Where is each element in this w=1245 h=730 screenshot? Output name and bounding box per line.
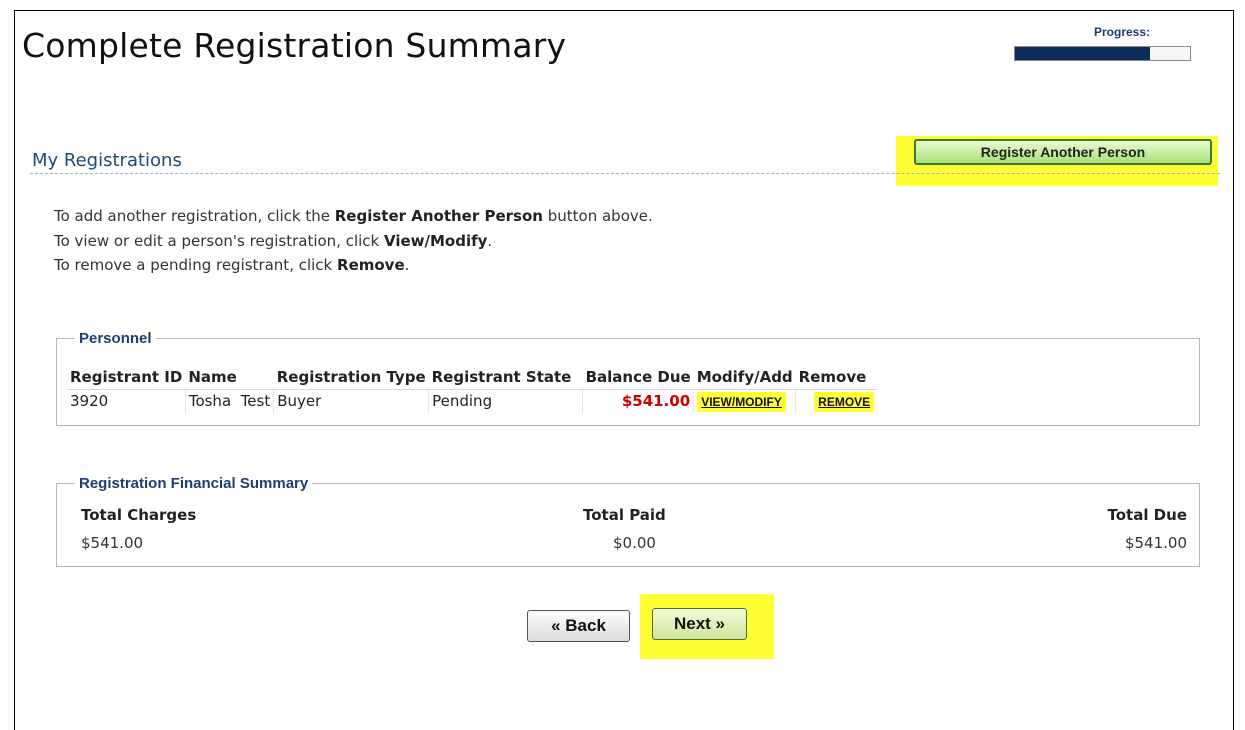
col-registration-type: Registration Type (276, 368, 426, 386)
progress-label: Progress: (1094, 25, 1151, 39)
last-name: Test (240, 392, 271, 410)
instruction-bold: Remove (337, 256, 405, 274)
page-title: Complete Registration Summary (22, 26, 567, 65)
financial-summary-fieldset: Registration Financial Summary Total Cha… (56, 475, 1200, 567)
total-paid-label: Total Paid (583, 506, 666, 524)
col-registrant-state: Registrant State (431, 368, 572, 386)
col-registrant-id: Registrant ID (70, 368, 183, 386)
instruction-text: To remove a pending registrant, click (54, 256, 338, 274)
section-title: My Registrations (32, 150, 182, 171)
total-charges-value: $541.00 (81, 534, 144, 552)
table-header-row: Registrant ID Name Registration Type Reg… (67, 367, 877, 390)
total-due-value: $541.00 (1124, 534, 1187, 552)
instruction-text: To view or edit a person's registration,… (54, 231, 384, 250)
cell-name: Tosha Test (185, 389, 275, 413)
instruction-bold: View/Modify (384, 231, 488, 250)
cell-registration-type: Buyer (273, 389, 430, 413)
col-name: Name (188, 368, 237, 386)
total-charges-label: Total Charges (81, 506, 197, 524)
cell-balance-due: $541.00 (582, 389, 695, 413)
table-row: 3920 Tosha Test Buyer Pending $541.00 VI… (67, 389, 878, 413)
instruction-line: To remove a pending registrant, click Re… (54, 253, 653, 278)
back-button[interactable]: « Back (527, 610, 630, 642)
cell-remove: REMOVE (795, 389, 878, 413)
section-divider (30, 173, 1220, 174)
personnel-legend: Personnel (79, 330, 152, 347)
first-name: Tosha (188, 392, 232, 410)
instruction-line: To view or edit a person's registration,… (54, 229, 653, 254)
instruction-bold: Register Another Person (334, 207, 543, 225)
total-due-label: Total Due (1107, 506, 1187, 524)
cell-modify: VIEW/MODIFY (693, 389, 797, 413)
progress-fill (1015, 47, 1150, 60)
progress-bar (1014, 46, 1191, 61)
instruction-text: To add another registration, click the (54, 207, 335, 225)
col-modify-add: Modify/Add (696, 368, 793, 386)
register-another-person-button[interactable]: Register Another Person (914, 139, 1212, 165)
cell-registrant-state: Pending (428, 389, 584, 413)
col-balance-due: Balance Due (585, 368, 691, 386)
next-button[interactable]: Next » (652, 608, 747, 640)
instruction-text: . (404, 256, 410, 274)
financial-summary-legend: Registration Financial Summary (79, 475, 309, 492)
view-modify-link[interactable]: VIEW/MODIFY (697, 392, 786, 412)
instructions: To add another registration, click the R… (54, 204, 653, 278)
instruction-line: To add another registration, click the R… (54, 204, 653, 229)
remove-link[interactable]: REMOVE (814, 392, 875, 412)
col-remove: Remove (798, 368, 867, 386)
total-paid-value: $0.00 (613, 534, 656, 552)
registrations-table: Registrant ID Name Registration Type Reg… (67, 367, 878, 413)
cell-registrant-id: 3920 (67, 389, 186, 413)
instruction-text: . (487, 231, 493, 250)
instruction-text: button above. (542, 207, 653, 225)
personnel-fieldset: Personnel Registrant ID Name Registratio… (56, 330, 1200, 426)
